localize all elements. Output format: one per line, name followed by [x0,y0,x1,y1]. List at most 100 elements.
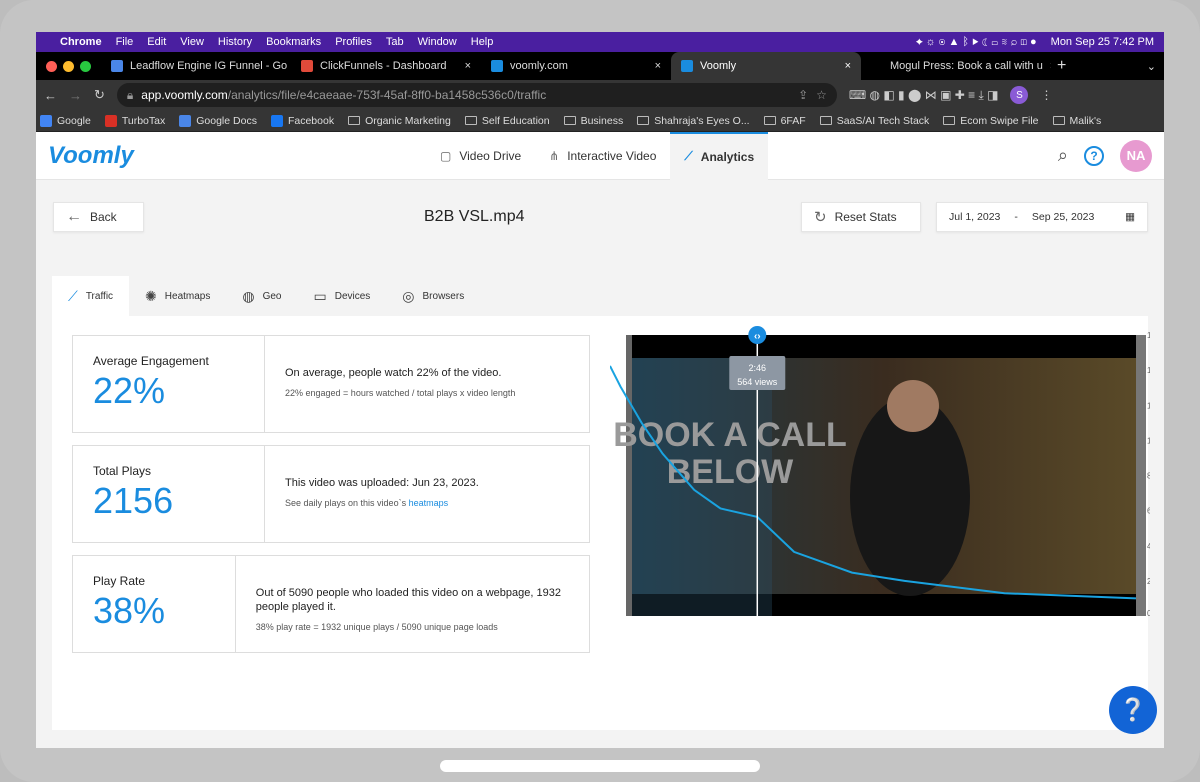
tab-traffic[interactable]: ⟋ Traffic [52,276,130,316]
stat-label: Total Plays [93,464,152,478]
drag-arrows-icon[interactable]: ‹› [754,331,761,342]
menu-window[interactable]: Window [418,36,457,48]
bookmark-item[interactable]: Google Docs [179,114,257,127]
traffic-icon: ⟋ [68,287,78,304]
bookmark-item[interactable]: Organic Marketing [348,115,451,127]
profile-avatar[interactable]: S [1010,86,1029,104]
menu-edit[interactable]: Edit [147,36,166,48]
chart-left-edge [626,335,632,616]
bookmark-label: Self Education [481,114,550,127]
tab-geo[interactable]: ◍ Geo [226,276,297,316]
user-avatar[interactable]: NA [1120,139,1152,172]
new-tab-button[interactable]: + [1057,57,1066,75]
browser-tab[interactable]: Voomly × [671,52,861,80]
y-tick-label: 400 [1147,542,1150,551]
browser-icon: ◎ [402,287,415,304]
extension-icon[interactable]: ⌨ ◍ ◧ ▮ ⬤ ⋈ ▣ ✚ ≡ ⤓ ◨ [849,88,999,103]
tab-heatmaps[interactable]: ✺ Heatmaps [129,276,226,316]
stat-value: 22% [93,370,166,411]
browser-tab[interactable]: Mogul Press: Book a call with u × [861,52,1051,80]
menu-file[interactable]: File [116,36,134,48]
reset-stats-button[interactable]: ↻ Reset Stats [801,202,921,232]
y-tick-label: 1400 [1147,366,1150,375]
bookmark-item[interactable]: SaaS/AI Tech Stack [819,115,929,127]
menu-history[interactable]: History [218,36,252,48]
browser-tab[interactable]: ClickFunnels - Dashboard × [291,52,481,80]
tab-browsers[interactable]: ◎ Browsers [386,276,480,316]
search-icon[interactable]: ⌕ [1058,145,1068,166]
tooltip-time: 2:46 [749,363,767,373]
nav-interactive-video[interactable]: ⋔ Interactive Video [535,132,670,180]
tab-search-chevron-icon[interactable]: ⌄ [1147,60,1156,73]
tab-label: Traffic [85,290,114,302]
bookmark-label: Malik's [1069,114,1102,127]
note-text: 22% engaged = hours watched / total play… [285,388,516,398]
back-nav-icon[interactable]: ← [44,88,57,103]
url-input[interactable]: 🔒︎ app.voomly.com/analytics/file/e4caeaae… [116,83,837,107]
tab-title: voomly.com [510,60,568,72]
retention-chart: BOOK A CALL BELOW 0 200 400 600 800 1000 1200 1… [610,326,1150,616]
minimize-window-button[interactable] [63,60,74,72]
y-tick-label: 1000 [1147,436,1150,445]
favicon-icon [681,60,693,72]
menu-app[interactable]: Chrome [60,36,102,48]
folder-icon [1052,116,1065,125]
menu-bookmarks[interactable]: Bookmarks [266,36,321,48]
overlay-line-2: BELOW [667,453,794,491]
bookmark-item[interactable]: Business [563,114,624,127]
stat-card: Play Rate 38% Out of 5090 people who loade… [72,555,590,653]
reload-icon[interactable]: ↻ [94,87,105,103]
back-button[interactable]: ← Back [53,202,144,232]
stat-value: 38% [93,590,166,631]
bookmark-item[interactable]: Self Education [464,114,550,127]
interactive-video-icon: ⋔ [549,148,560,163]
browser-tab[interactable]: voomly.com × [481,52,671,80]
heatmaps-link[interactable]: heatmaps [409,498,449,508]
close-window-button[interactable] [46,60,57,72]
voomly-logo[interactable]: Voomly [48,142,134,170]
close-tab-icon[interactable]: × [465,60,471,72]
menu-profiles[interactable]: Profiles [335,36,372,48]
tab-label: Browsers [422,290,465,302]
tab-title: Leadflow Engine IG Funnel - Go [130,60,288,72]
menu-view[interactable]: View [180,36,204,48]
folder-icon [348,116,361,125]
menu-kebab-icon[interactable]: ⋮ [1040,88,1052,102]
y-tick-label: 1200 [1147,401,1150,410]
share-icon[interactable]: ⇪ [798,88,808,102]
bookmark-item[interactable]: 6FAF [763,115,806,127]
favicon-icon [871,60,883,72]
calendar-icon[interactable]: ▦ [1125,211,1135,223]
tab-label: Geo [262,290,282,302]
site-favicon-icon [40,114,52,127]
help-chat-button[interactable]: ❔ [1109,686,1157,734]
close-tab-icon[interactable]: × [1050,60,1051,72]
date-to[interactable]: Sep 25, 2023 [1032,211,1094,223]
close-tab-icon[interactable]: × [655,60,661,72]
site-favicon-icon [270,114,283,127]
help-icon[interactable]: ? [1084,145,1104,166]
arrow-left-icon: ← [66,208,82,225]
close-tab-icon[interactable]: × [845,60,851,72]
maximize-window-button[interactable] [80,60,91,72]
menu-help[interactable]: Help [471,36,494,48]
bookmark-item[interactable]: Google [40,114,91,127]
bookmark-item[interactable]: Malik's [1052,114,1102,127]
stat-note: 38% play rate = 1932 unique plays / 5090… [256,620,569,634]
bookmark-label: Business [580,114,624,127]
tab-devices[interactable]: ▭ Devices [297,276,386,316]
bookmark-item[interactable]: Shahraja's Eyes O... [637,115,750,127]
date-from[interactable]: Jul 1, 2023 [949,211,1000,223]
bookmark-item[interactable]: TurboTax [104,114,165,127]
nav-label: Video Drive [459,148,522,163]
bookmark-item[interactable]: Facebook [270,114,334,127]
date-range-picker[interactable]: Jul 1, 2023 - Sep 25, 2023 ▦ [936,202,1148,232]
bookmark-star-icon[interactable]: ☆ [816,88,827,102]
forward-nav-icon[interactable]: → [69,88,82,103]
nav-video-drive[interactable]: ▢ Video Drive [426,132,535,180]
nav-analytics[interactable]: ⟋ Analytics [670,131,769,180]
bookmark-item[interactable]: Ecom Swipe File [943,115,1039,127]
menu-tab[interactable]: Tab [386,36,404,48]
bookmark-label: Organic Marketing [365,114,451,127]
browser-tab[interactable]: Leadflow Engine IG Funnel - Go× [101,52,291,80]
